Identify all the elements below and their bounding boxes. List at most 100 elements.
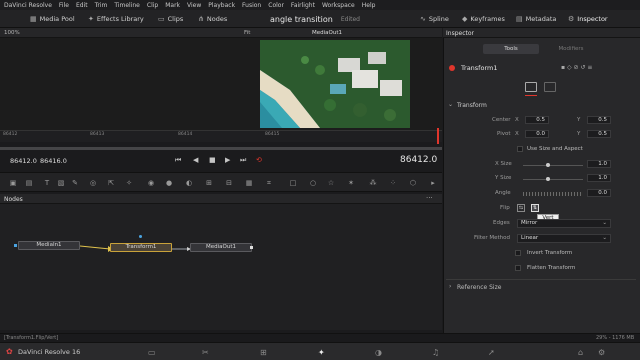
flip-vertical-icon[interactable]: ⇅ (531, 204, 539, 212)
node-transform[interactable]: Transform1 (110, 243, 172, 252)
brush-tool-icon[interactable]: ✎ (70, 178, 80, 188)
pivot-x-field[interactable]: 0.0 (525, 130, 549, 138)
rect-mask-icon[interactable]: □ (288, 178, 298, 188)
media-page-icon[interactable]: ▭ (148, 348, 156, 357)
clips-button[interactable]: ▭ Clips (158, 10, 183, 28)
ysize-field[interactable]: 1.0 (587, 174, 611, 182)
color-tool-icon[interactable]: ◉ (146, 178, 156, 188)
more-tools-icon[interactable]: ▸ (428, 178, 438, 188)
fusion-page-icon[interactable]: ✦ (318, 348, 325, 357)
xsize-slider[interactable] (523, 165, 583, 166)
angle-field[interactable]: 0.0 (587, 189, 611, 197)
spline-button[interactable]: ∿ Spline (420, 10, 449, 28)
menu-fusion[interactable]: Fusion (242, 2, 261, 9)
node-editor[interactable]: MediaIn1 Transform1 MediaOut1 (0, 204, 442, 330)
fit-dropdown[interactable]: Fit (244, 30, 250, 36)
media-pool-button[interactable]: ▦ Media Pool (30, 10, 75, 28)
ellipse-mask-icon[interactable]: ○ (308, 178, 318, 188)
menu-timeline[interactable]: Timeline (114, 2, 140, 9)
use-size-aspect-checkbox[interactable] (517, 146, 523, 152)
menu-file[interactable]: File (59, 2, 69, 9)
menu-trim[interactable]: Trim (95, 2, 108, 9)
bspline-mask-icon[interactable]: ✶ (346, 178, 356, 188)
menu-fairlight[interactable]: Fairlight (291, 2, 315, 9)
reference-size-header[interactable]: › Reference Size (443, 283, 640, 293)
merge-tool-icon[interactable]: ◎ (88, 178, 98, 188)
cut-page-icon[interactable]: ✂ (202, 348, 209, 357)
flip-horizontal-icon[interactable]: ⇆ (517, 204, 525, 212)
tab-modifiers[interactable]: Modifiers (543, 44, 599, 54)
tool-enable-icon[interactable] (449, 65, 455, 71)
project-manager-icon[interactable]: ⌂ (578, 348, 583, 357)
tc-start[interactable]: 86412.0 (10, 157, 37, 165)
stop-icon[interactable]: ■ (209, 156, 216, 164)
time-ruler[interactable]: 86412 86413 86414 86415 (0, 130, 442, 142)
keyer-tool-icon[interactable]: ⌗ (264, 178, 274, 188)
fairlight-page-icon[interactable]: ♫ (432, 348, 439, 357)
menu-mark[interactable]: Mark (165, 2, 180, 9)
menu-clip[interactable]: Clip (147, 2, 158, 9)
angle-thumbwheel[interactable] (523, 192, 583, 196)
edges-dropdown[interactable]: Mirror ⌄ (517, 219, 611, 228)
ysize-slider-knob[interactable] (546, 177, 550, 181)
menu-workspace[interactable]: Workspace (322, 2, 355, 9)
menu-playback[interactable]: Playback (208, 2, 235, 9)
xsize-field[interactable]: 1.0 (587, 160, 611, 168)
effects-library-button[interactable]: ✦ Effects Library (88, 10, 144, 28)
mask-tool-icon[interactable]: ▦ (244, 178, 254, 188)
particles-tool-icon[interactable]: ⁂ (368, 178, 378, 188)
center-y-field[interactable]: 0.5 (587, 116, 611, 124)
menu-edit[interactable]: Edit (76, 2, 88, 9)
loop-icon[interactable]: ⟲ (256, 156, 262, 164)
invert-transform-label: Invert Transform (527, 250, 573, 256)
keyframes-button[interactable]: ◆ Keyframes (462, 10, 505, 28)
polygon-mask-icon[interactable]: ☆ (326, 178, 336, 188)
menu-help[interactable]: Help (362, 2, 376, 9)
tab-tools[interactable]: Tools (483, 44, 539, 54)
xsize-slider-knob[interactable] (546, 163, 550, 167)
color-page-icon[interactable]: ◑ (375, 348, 382, 357)
settings-gear-icon[interactable]: ⚙ (598, 348, 605, 357)
render-tool-icon[interactable]: ⬡ (408, 178, 418, 188)
flatten-transform-checkbox[interactable] (515, 265, 521, 271)
crop-tool-icon[interactable]: ⊟ (224, 178, 234, 188)
emitter-tool-icon[interactable]: ⁘ (388, 178, 398, 188)
menu-color[interactable]: Color (268, 2, 284, 9)
zoom-dropdown[interactable]: 100% (4, 30, 20, 36)
menu-app[interactable]: DaVinci Resolve (4, 2, 52, 9)
transform-tool-icon[interactable]: ⇱ (106, 178, 116, 188)
edit-page-icon[interactable]: ⊞ (260, 348, 267, 357)
scrub-bar[interactable] (0, 147, 442, 150)
center-x-field[interactable]: 0.5 (525, 116, 549, 124)
pivot-y-field[interactable]: 0.5 (587, 130, 611, 138)
playhead[interactable] (437, 128, 439, 144)
inspector-button[interactable]: ⚙ Inspector (568, 10, 608, 28)
node-mediaout[interactable]: MediaOut1 (190, 243, 252, 252)
blur-tool-icon[interactable]: ✧ (124, 178, 134, 188)
first-frame-icon[interactable]: ⏮ (175, 156, 181, 165)
play-reverse-icon[interactable]: ◀ (193, 156, 198, 164)
background-tool-icon[interactable]: ▣ (8, 178, 18, 188)
tool-options-icons[interactable]: ▪ ◇ ⊘ ↺ ≡ (561, 64, 592, 71)
filter-method-dropdown[interactable]: Linear ⌄ (517, 234, 611, 243)
deliver-page-icon[interactable]: ➚ (488, 348, 495, 357)
ysize-slider[interactable] (523, 179, 583, 180)
text-tool-icon[interactable]: T (42, 178, 52, 188)
transform-section-header[interactable]: ⌄ Transform (443, 101, 640, 111)
text3d-tool-icon[interactable]: ▧ (56, 178, 66, 188)
paint-tool-icon[interactable]: ▤ (24, 178, 34, 188)
play-icon[interactable]: ▶ (225, 156, 230, 164)
tc-end[interactable]: 86416.0 (40, 157, 67, 165)
nodes-options-icon[interactable]: ··· (426, 194, 433, 202)
nodes-button[interactable]: ⋔ Nodes (198, 10, 227, 28)
settings-tab-icon[interactable] (544, 82, 556, 92)
controls-tab-icon[interactable] (525, 82, 537, 92)
last-frame-icon[interactable]: ⏭ (240, 156, 246, 165)
drop-tool-icon[interactable]: ● (164, 178, 174, 188)
invert-transform-checkbox[interactable] (515, 250, 521, 256)
channel-tool-icon[interactable]: ◐ (184, 178, 194, 188)
resize-tool-icon[interactable]: ⊞ (204, 178, 214, 188)
menu-view[interactable]: View (187, 2, 201, 9)
metadata-button[interactable]: ▤ Metadata (516, 10, 556, 28)
node-mediain[interactable]: MediaIn1 (18, 241, 80, 250)
